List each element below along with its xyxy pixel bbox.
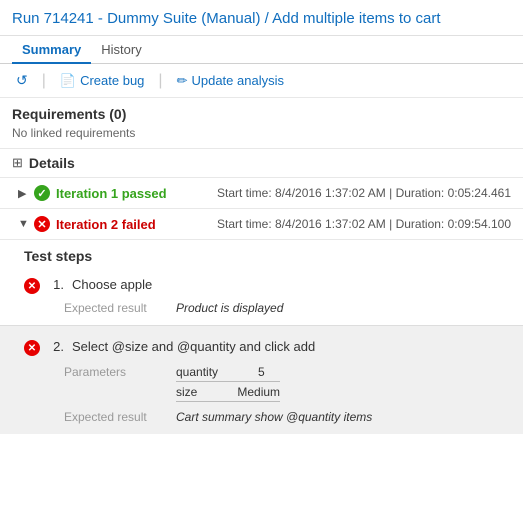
test-steps-title: Test steps xyxy=(24,248,511,264)
iteration-2-chevron: ▼ xyxy=(18,218,28,230)
refresh-icon: ↺ xyxy=(16,72,28,89)
toolbar-separator-1: | xyxy=(42,72,46,90)
iteration-2-start: Start time: 8/4/2016 1:37:02 AM xyxy=(217,217,386,231)
page-title: Run 714241 - Dummy Suite (Manual) / Add … xyxy=(12,8,511,29)
step-1-expected-label: Expected result xyxy=(64,301,164,315)
iteration-1-meta: Start time: 8/4/2016 1:37:02 AM | Durati… xyxy=(217,186,511,200)
create-bug-label: Create bug xyxy=(80,73,144,88)
details-expand-icon[interactable]: ⊞ xyxy=(12,155,23,171)
toolbar: ↺ | 📄 Create bug | ✏ Update analysis xyxy=(0,64,523,98)
iteration-1-status-icon: ✓ xyxy=(34,185,50,201)
iteration-2-status-icon: ✕ xyxy=(34,216,50,232)
iteration-2-meta: Start time: 8/4/2016 1:37:02 AM | Durati… xyxy=(217,217,511,231)
tabs-container: Summary History xyxy=(0,36,523,64)
step-1-row: ✕ 1. Choose apple xyxy=(24,272,511,299)
update-analysis-button[interactable]: ✏ Update analysis xyxy=(173,71,288,91)
iteration-1-start: Start time: 8/4/2016 1:37:02 AM xyxy=(217,186,386,200)
iteration-1-label: Iteration 1 passed xyxy=(56,186,167,201)
refresh-button[interactable]: ↺ xyxy=(12,70,32,91)
step-2-row: ✕ 2. Select @size and @quantity and clic… xyxy=(24,334,511,361)
step-2-params-container: Parameters quantity 5 size Medium xyxy=(64,365,511,402)
step-2-action: Select @size and @quantity and click add xyxy=(72,339,511,354)
step-2-number: 2. xyxy=(48,339,64,354)
iteration-2-label: Iteration 2 failed xyxy=(56,217,156,232)
bug-icon: 📄 xyxy=(60,73,76,89)
param-quantity-key: quantity xyxy=(176,365,218,379)
tab-summary[interactable]: Summary xyxy=(12,36,91,64)
test-steps-container: Test steps ✕ 1. Choose apple Expected re… xyxy=(0,239,523,325)
iteration-2-duration: Duration: 0:09:54.100 xyxy=(396,217,511,231)
details-title: Details xyxy=(29,155,75,171)
params-table: quantity 5 size Medium xyxy=(176,365,280,402)
param-size-value: Medium xyxy=(237,385,280,399)
toolbar-separator-2: | xyxy=(158,72,162,90)
param-size-row: size Medium xyxy=(176,382,280,402)
param-size-key: size xyxy=(176,385,197,399)
requirements-section: Requirements (0) No linked requirements xyxy=(0,98,523,148)
step-2-status-icon: ✕ xyxy=(24,340,40,356)
pencil-icon: ✏ xyxy=(177,73,188,89)
page-header: Run 714241 - Dummy Suite (Manual) / Add … xyxy=(0,0,523,36)
step-2-expected-value: Cart summary show @quantity items xyxy=(176,410,372,424)
requirements-title: Requirements (0) xyxy=(12,106,511,122)
iteration-1-row[interactable]: ▶ ✓ Iteration 1 passed Start time: 8/4/2… xyxy=(0,177,523,208)
step-2-params-label: Parameters xyxy=(64,365,164,379)
param-quantity-value: 5 xyxy=(258,365,265,379)
step-1-number: 1. xyxy=(48,277,64,292)
step-1-expected-row: Expected result Product is displayed xyxy=(64,299,511,317)
iteration-2-row[interactable]: ▼ ✕ Iteration 2 failed Start time: 8/4/2… xyxy=(0,208,523,239)
step-1-status-icon: ✕ xyxy=(24,278,40,294)
create-bug-button[interactable]: 📄 Create bug xyxy=(56,71,149,91)
details-header: ⊞ Details xyxy=(0,148,523,177)
iteration-1-duration: Duration: 0:05:24.461 xyxy=(396,186,511,200)
iteration-1-chevron: ▶ xyxy=(18,187,28,200)
param-quantity-row: quantity 5 xyxy=(176,365,280,382)
step-2-expected-row: Expected result Cart summary show @quant… xyxy=(64,408,511,426)
requirements-subtitle: No linked requirements xyxy=(12,126,511,140)
step-1-expected-value: Product is displayed xyxy=(176,301,283,315)
tab-history[interactable]: History xyxy=(91,36,151,64)
step-2-section: ✕ 2. Select @size and @quantity and clic… xyxy=(0,325,523,434)
update-analysis-label: Update analysis xyxy=(191,73,284,88)
step-1-action: Choose apple xyxy=(72,277,511,292)
step-2-expected-label: Expected result xyxy=(64,410,164,424)
